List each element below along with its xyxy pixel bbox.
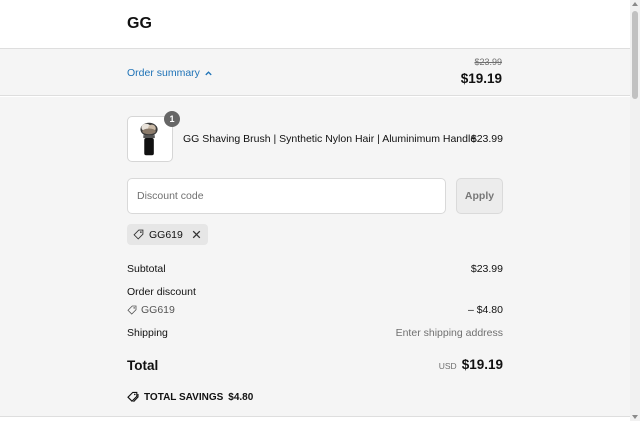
subtotal-value: $23.99 xyxy=(470,263,503,275)
scrollbar-thumb[interactable] xyxy=(632,11,638,99)
shipping-row: Shipping Enter shipping address xyxy=(127,327,503,339)
order-discount-row: Order discount xyxy=(127,286,503,298)
currency-code: USD xyxy=(438,361,457,371)
discount-code-input[interactable] xyxy=(127,178,446,214)
applied-discount-code: GG619 xyxy=(149,228,183,241)
summary-final-price: $19.19 xyxy=(460,71,502,86)
checkout-header: GG xyxy=(0,0,630,49)
discount-value: – $4.80 xyxy=(467,304,503,316)
line-item: 1 GG Shaving Brush | Synthetic Nylon Hai… xyxy=(127,111,503,162)
order-summary-toggle-label: Order summary xyxy=(127,67,200,79)
discount-code-row: GG619 – $4.80 xyxy=(127,304,503,316)
total-savings-label: TOTAL SAVINGS xyxy=(144,391,224,403)
total-savings-value: $4.80 xyxy=(228,391,254,403)
close-icon[interactable] xyxy=(191,229,202,240)
page-scrollbar[interactable] xyxy=(630,0,640,421)
product-price: $23.99 xyxy=(470,133,503,145)
total-label: Total xyxy=(127,358,159,373)
applied-discount-chip: GG619 xyxy=(127,224,208,245)
order-summary-toggle[interactable]: Order summary xyxy=(127,67,213,79)
apply-discount-button[interactable]: Apply xyxy=(456,178,503,214)
order-discount-label: Order discount xyxy=(127,286,196,298)
shipping-value: Enter shipping address xyxy=(395,327,503,339)
subtotal-row: Subtotal $23.99 xyxy=(127,263,503,275)
order-summary-panel: 1 GG Shaving Brush | Synthetic Nylon Hai… xyxy=(0,97,630,417)
total-row: Total USD $19.19 xyxy=(127,356,503,378)
tag-icon xyxy=(127,305,137,315)
tag-icon xyxy=(133,229,144,240)
product-title: GG Shaving Brush | Synthetic Nylon Hair … xyxy=(183,133,477,145)
shipping-label: Shipping xyxy=(127,327,168,339)
original-price: $23.99 xyxy=(474,57,502,67)
total-savings: TOTAL SAVINGS $4.80 xyxy=(127,391,253,403)
total-value: $19.19 xyxy=(461,357,503,372)
order-summary-bar: Order summary $23.99 $19.19 xyxy=(0,49,630,96)
product-thumbnail: 1 xyxy=(127,111,180,162)
scroll-up-arrow-icon[interactable] xyxy=(632,2,638,6)
subtotal-label: Subtotal xyxy=(127,263,166,275)
quantity-badge: 1 xyxy=(164,111,180,127)
scroll-down-arrow-icon[interactable] xyxy=(632,415,638,419)
tags-icon xyxy=(127,391,139,403)
discount-code-label: GG619 xyxy=(141,304,175,316)
total-amount: USD $19.19 xyxy=(439,357,503,372)
chevron-up-icon xyxy=(205,70,212,75)
store-logo[interactable]: GG xyxy=(127,15,152,33)
